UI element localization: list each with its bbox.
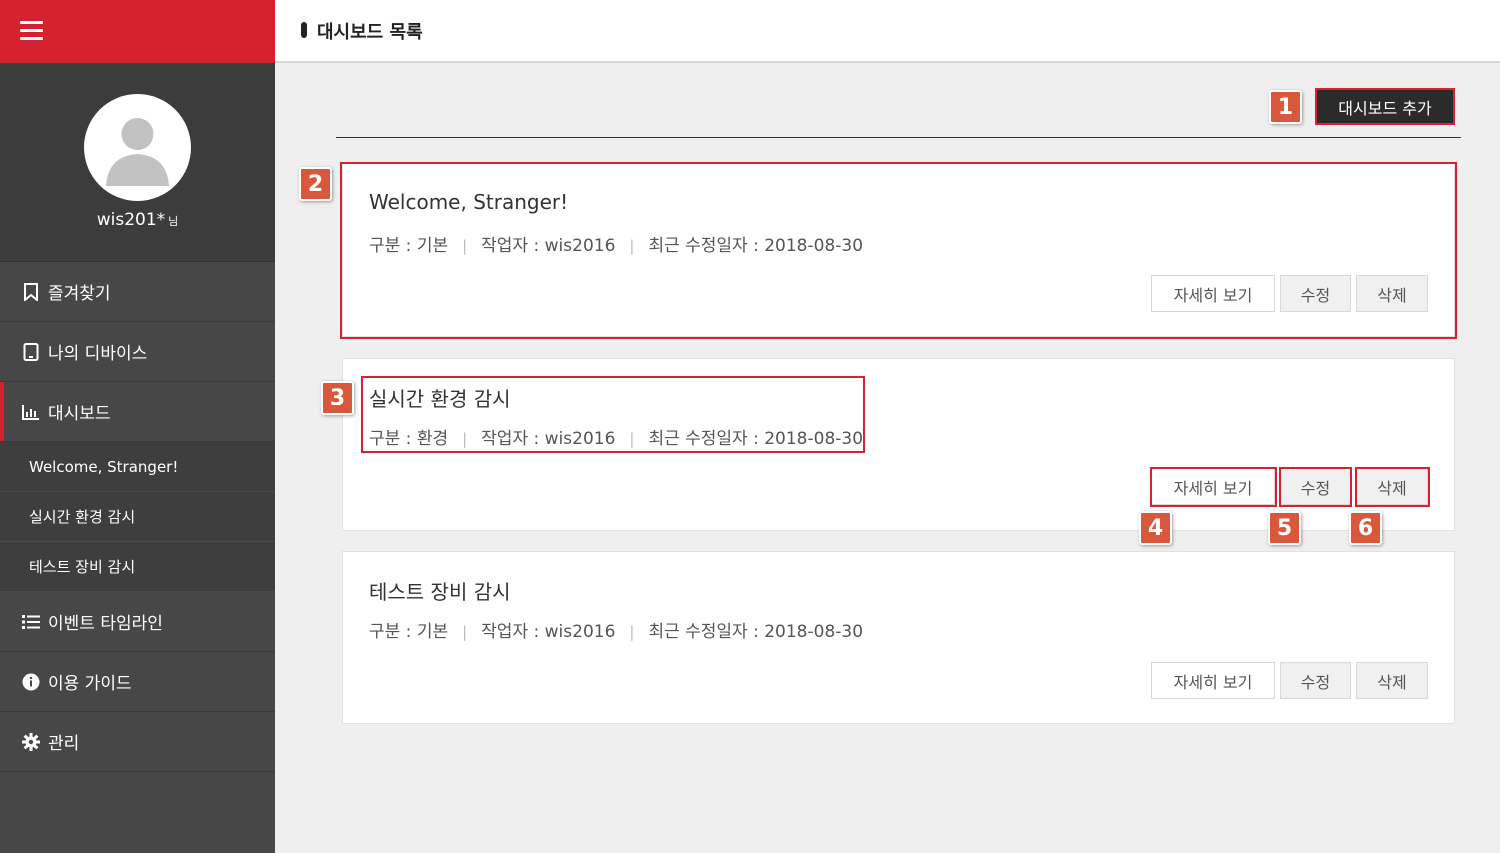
- card-meta: 구분 : 환경 | 작업자 : wis2016 | 최근 수정일자 : 2018-08-…: [369, 429, 864, 449]
- category-label: 구분 :: [369, 429, 417, 449]
- card-title[interactable]: 테스트 장비 감시: [369, 576, 511, 605]
- callout-badge: 6: [1349, 511, 1382, 545]
- date-label: 최근 수정일자 :: [648, 622, 765, 642]
- detail-button[interactable]: 자세히 보기: [1151, 468, 1275, 505]
- info-icon: [22, 673, 40, 691]
- date-label: 최근 수정일자 :: [648, 236, 765, 256]
- sidebar-item-dashboard[interactable]: 대시보드: [0, 382, 275, 442]
- sidebar-item-label: 이용 가이드: [48, 674, 132, 694]
- author-value: wis2016: [544, 236, 616, 256]
- dashboard-card: 실시간 환경 감시 구분 : 환경 | 작업자 : wis2016 | 최근 수정일자 …: [342, 358, 1455, 531]
- date-value: 2018-08-30: [764, 236, 864, 256]
- divider: [336, 137, 1461, 138]
- author-label: 작업자 :: [481, 622, 545, 642]
- author-label: 작업자 :: [481, 429, 545, 449]
- category-label: 구분 :: [369, 622, 417, 642]
- username: wis201* 님: [0, 210, 275, 230]
- author-value: wis2016: [544, 429, 616, 449]
- edit-button[interactable]: 수정: [1280, 468, 1351, 505]
- gear-icon: [22, 732, 40, 751]
- card-meta: 구분 : 기본 | 작업자 : wis2016 | 최근 수정일자 : 2018-08-…: [369, 622, 864, 642]
- user-silhouette-icon: [106, 118, 169, 186]
- delete-button[interactable]: 삭제: [1356, 275, 1428, 312]
- detail-button[interactable]: 자세히 보기: [1151, 662, 1275, 699]
- username-text: wis201*: [96, 210, 166, 230]
- callout-badge: 3: [321, 381, 354, 415]
- category-value: 기본: [416, 622, 449, 642]
- edit-button[interactable]: 수정: [1280, 275, 1351, 312]
- bookmark-icon: [22, 282, 40, 301]
- add-dashboard-button[interactable]: 대시보드 추가: [1315, 88, 1455, 125]
- tablet-icon: [22, 342, 40, 361]
- page-title: 대시보드 목록: [317, 22, 423, 43]
- callout-badge: 4: [1139, 511, 1172, 545]
- title-marker: [301, 22, 307, 38]
- callout-badge: 1: [1269, 90, 1302, 124]
- author-value: wis2016: [544, 622, 616, 642]
- category-value: 환경: [416, 429, 449, 449]
- date-value: 2018-08-30: [764, 622, 864, 642]
- hamburger-menu-icon[interactable]: [20, 21, 43, 40]
- username-suffix: 님: [168, 215, 179, 228]
- category-label: 구분 :: [369, 236, 417, 256]
- sidebar-item-my-devices[interactable]: 나의 디바이스: [0, 322, 275, 382]
- card-meta: 구분 : 기본 | 작업자 : wis2016 | 최근 수정일자 : 2018-08-…: [369, 236, 864, 256]
- dashboard-submenu: Welcome, Stranger! 실시간 환경 감시 테스트 장비 감시: [0, 442, 275, 592]
- sidebar-item-label: 관리: [48, 734, 80, 754]
- detail-button[interactable]: 자세히 보기: [1151, 275, 1275, 312]
- sidebar-item-label: 이벤트 타임라인: [48, 614, 163, 634]
- callout-badge: 2: [299, 167, 332, 201]
- card-title[interactable]: Welcome, Stranger!: [369, 190, 568, 214]
- date-value: 2018-08-30: [764, 429, 864, 449]
- sidebar-header: [0, 0, 275, 63]
- sidebar-item-label: 나의 디바이스: [48, 344, 148, 364]
- sidebar-subitem-realtime-env[interactable]: 실시간 환경 감시: [0, 492, 275, 542]
- edit-button[interactable]: 수정: [1280, 662, 1351, 699]
- delete-button[interactable]: 삭제: [1356, 662, 1428, 699]
- sidebar-item-event-timeline[interactable]: 이벤트 타임라인: [0, 592, 275, 652]
- category-value: 기본: [416, 236, 449, 256]
- list-icon: [22, 613, 40, 631]
- user-profile: wis201* 님: [0, 63, 275, 262]
- delete-button[interactable]: 삭제: [1356, 468, 1428, 505]
- dashboard-card: Welcome, Stranger! 구분 : 기본 | 작업자 : wis2016…: [342, 163, 1455, 337]
- sidebar-item-admin[interactable]: 관리: [0, 712, 275, 772]
- sidebar-item-label: 즐겨찾기: [48, 284, 111, 304]
- bar-chart-icon: [22, 403, 40, 421]
- sidebar-item-guide[interactable]: 이용 가이드: [0, 652, 275, 712]
- sidebar-item-favorites[interactable]: 즐겨찾기: [0, 262, 275, 322]
- sidebar-subitem-welcome[interactable]: Welcome, Stranger!: [0, 442, 275, 492]
- sidebar-item-label: 대시보드: [48, 404, 111, 424]
- date-label: 최근 수정일자 :: [648, 429, 765, 449]
- callout-badge: 5: [1268, 511, 1301, 545]
- card-title[interactable]: 실시간 환경 감시: [369, 383, 511, 412]
- author-label: 작업자 :: [481, 236, 545, 256]
- dashboard-card: 테스트 장비 감시 구분 : 기본 | 작업자 : wis2016 | 최근 수정일자 …: [342, 551, 1455, 724]
- sidebar: wis201* 님 즐겨찾기 나의 디바이스 대시보드 Welcome, Stra…: [0, 0, 275, 853]
- page-header: 대시보드 목록: [275, 0, 1500, 63]
- avatar[interactable]: [84, 94, 191, 201]
- sidebar-subitem-test-equipment[interactable]: 테스트 장비 감시: [0, 542, 275, 592]
